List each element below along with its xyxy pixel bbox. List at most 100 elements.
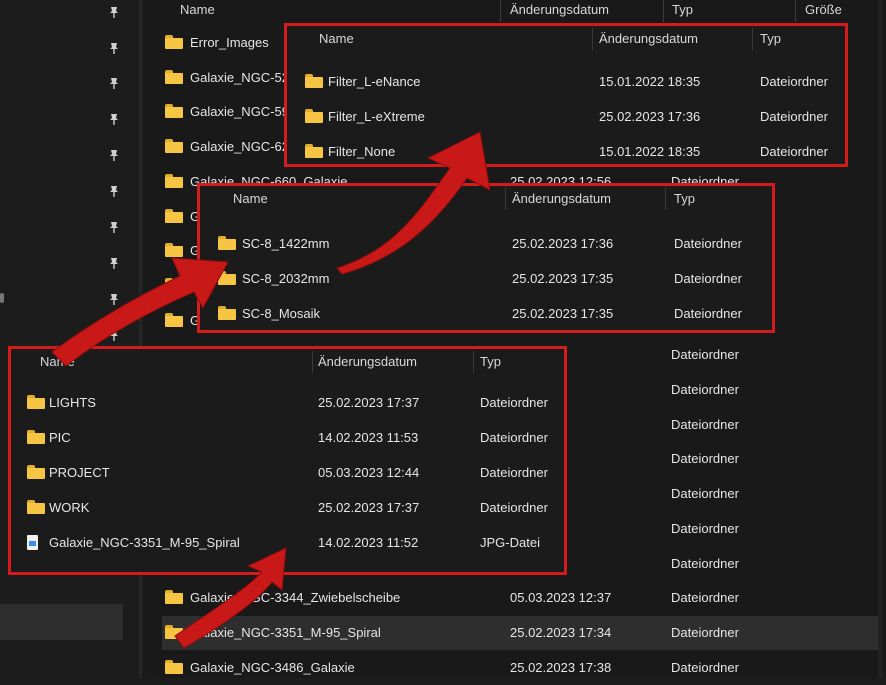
column-type[interactable]: Typ (760, 31, 781, 46)
file-row[interactable]: Galaxie_NGC-3486_Galaxie 25.02.2023 17:38… (145, 651, 886, 685)
box-row[interactable]: Filter_L-eNance 15.01.2022 18:35 Dateiordn… (287, 64, 845, 98)
folder-icon (165, 625, 183, 639)
pin-icon (110, 186, 118, 197)
folder-icon (165, 278, 183, 292)
box-header: Name Änderungsdatum Typ (11, 349, 564, 375)
highlight-box-scopes: Name Änderungsdatum Typ SC-8_1422mm 25.02… (197, 183, 775, 333)
box-header: Name Änderungsdatum Typ (287, 26, 845, 52)
file-name: Galaxie_NGC-59 (190, 104, 289, 119)
file-name: SC-8_2032mm (242, 271, 330, 286)
folder-icon (27, 500, 45, 514)
folder-icon (165, 35, 183, 49)
file-type: Dateiordner (480, 395, 548, 410)
highlight-box-project: Name Änderungsdatum Typ LIGHTS 25.02.2023… (8, 346, 567, 575)
box-row[interactable]: Filter_None 15.01.2022 18:35 Dateiordner (287, 134, 845, 164)
column-size[interactable]: Größe (805, 2, 842, 17)
nav-scrollbar[interactable] (139, 0, 142, 678)
file-type: Dateiordner (671, 347, 739, 362)
box-row[interactable]: SC-8_1422mm 25.02.2023 17:36 Dateiordner (200, 226, 772, 260)
pin-icon (110, 7, 118, 18)
file-type: Dateiordner (671, 590, 739, 605)
box-row[interactable]: SC-8_2032mm 25.02.2023 17:35 Dateiordner (200, 261, 772, 295)
column-date[interactable]: Änderungsdatum (599, 31, 698, 46)
file-type: Dateiordner (760, 74, 828, 89)
file-type: Dateiordner (671, 417, 739, 432)
column-date[interactable]: Änderungsdatum (318, 354, 417, 369)
column-type[interactable]: Typ (480, 354, 501, 369)
folder-icon (165, 209, 183, 223)
column-name[interactable]: Name (233, 191, 268, 206)
highlight-box-filters: Name Änderungsdatum Typ Filter_L-eNance 1… (284, 23, 848, 167)
file-date: 14.02.2023 11:52 (318, 535, 419, 550)
scroll-indicator (0, 293, 4, 303)
file-type: Dateiordner (671, 451, 739, 466)
column-header: Name Änderungsdatum Typ Größe (145, 0, 886, 22)
box-header: Name Änderungsdatum Typ (200, 186, 772, 212)
file-name: Galaxie_NGC-3351_M-95_Spiral (49, 535, 240, 550)
folder-icon (218, 236, 236, 250)
folder-icon (27, 465, 45, 479)
folder-icon (305, 144, 323, 158)
file-type: Dateiordner (671, 382, 739, 397)
folder-icon (218, 271, 236, 285)
box-row[interactable]: Filter_L-eXtreme 25.02.2023 17:36 Dateiord… (287, 99, 845, 133)
file-type: Dateiordner (671, 521, 739, 536)
file-date: 25.02.2023 17:36 (599, 109, 701, 124)
selected-row[interactable]: Galaxie_NGC-3351_M-95_Spiral 25.02.2023 1… (162, 616, 882, 650)
pin-icon (110, 294, 118, 305)
column-name[interactable]: Name (180, 2, 215, 17)
pin-icon (110, 150, 118, 161)
nav-selected-item[interactable] (0, 604, 123, 640)
box-row[interactable]: PROJECT 05.03.2023 12:44 Dateiordner (11, 455, 564, 489)
file-name: Galaxie_NGC-3351_M-95_Spiral (190, 625, 381, 640)
file-type: Dateiordner (480, 430, 548, 445)
file-type: JPG-Datei (480, 535, 540, 550)
file-type: Dateiordner (760, 109, 828, 124)
main-scrollbar[interactable] (878, 0, 882, 678)
file-type: Dateiordner (760, 144, 828, 159)
box-row[interactable]: WORK 25.02.2023 17:37 Dateiordner (11, 490, 564, 524)
box-row[interactable]: Galaxie_NGC-3351_M-95_Spiral 14.02.2023 1… (11, 525, 564, 559)
file-name: Filter_L-eNance (328, 74, 421, 89)
column-date[interactable]: Änderungsdatum (512, 191, 611, 206)
box-row[interactable]: LIGHTS 25.02.2023 17:37 Dateiordner (11, 385, 564, 419)
file-type: Dateiordner (671, 556, 739, 571)
column-name[interactable]: Name (40, 354, 75, 369)
file-date: 05.03.2023 12:44 (318, 465, 420, 480)
file-date: 15.01.2022 18:35 (599, 144, 701, 159)
folder-icon (27, 395, 45, 409)
box-row[interactable]: PIC 14.02.2023 11:53 Dateiordner (11, 420, 564, 454)
folder-icon (165, 70, 183, 84)
file-name: Galaxie_NGC-62 (190, 139, 289, 154)
folder-icon (27, 430, 45, 444)
file-name: SC-8_Mosaik (242, 306, 321, 321)
file-name: PROJECT (49, 465, 110, 480)
pin-icon (110, 222, 118, 233)
file-type: Dateiordner (671, 486, 739, 501)
file-type: Dateiordner (674, 271, 742, 286)
file-type: Dateiordner (674, 306, 742, 321)
folder-icon (165, 104, 183, 118)
folder-icon (165, 243, 183, 257)
folder-icon (165, 313, 183, 327)
file-date: 25.02.2023 17:38 (510, 660, 612, 675)
box-row[interactable]: SC-8_Mosaik 25.02.2023 17:35 Dateiordner (200, 296, 772, 330)
file-date: 25.02.2023 17:36 (512, 236, 614, 251)
file-name: SC-8_1422mm (242, 236, 330, 251)
column-name[interactable]: Name (319, 31, 354, 46)
file-date: 05.03.2023 12:37 (510, 590, 612, 605)
column-type[interactable]: Typ (674, 191, 695, 206)
file-type: Dateiordner (480, 465, 548, 480)
column-date[interactable]: Änderungsdatum (510, 2, 609, 17)
pin-icon (110, 330, 118, 341)
file-row[interactable]: Galaxie_NGC-3344_Zwiebelscheibe 05.03.202… (145, 581, 886, 615)
file-name: Galaxie_NGC-3486_Galaxie (190, 660, 355, 675)
pin-icon (110, 258, 118, 269)
folder-icon (165, 174, 183, 188)
file-date: 25.02.2023 17:37 (318, 395, 420, 410)
file-name: Error_Images (190, 35, 269, 50)
folder-icon (305, 74, 323, 88)
column-type[interactable]: Typ (672, 2, 693, 17)
file-name: PIC (49, 430, 71, 445)
file-name: Galaxie_NGC-52 (190, 70, 289, 85)
